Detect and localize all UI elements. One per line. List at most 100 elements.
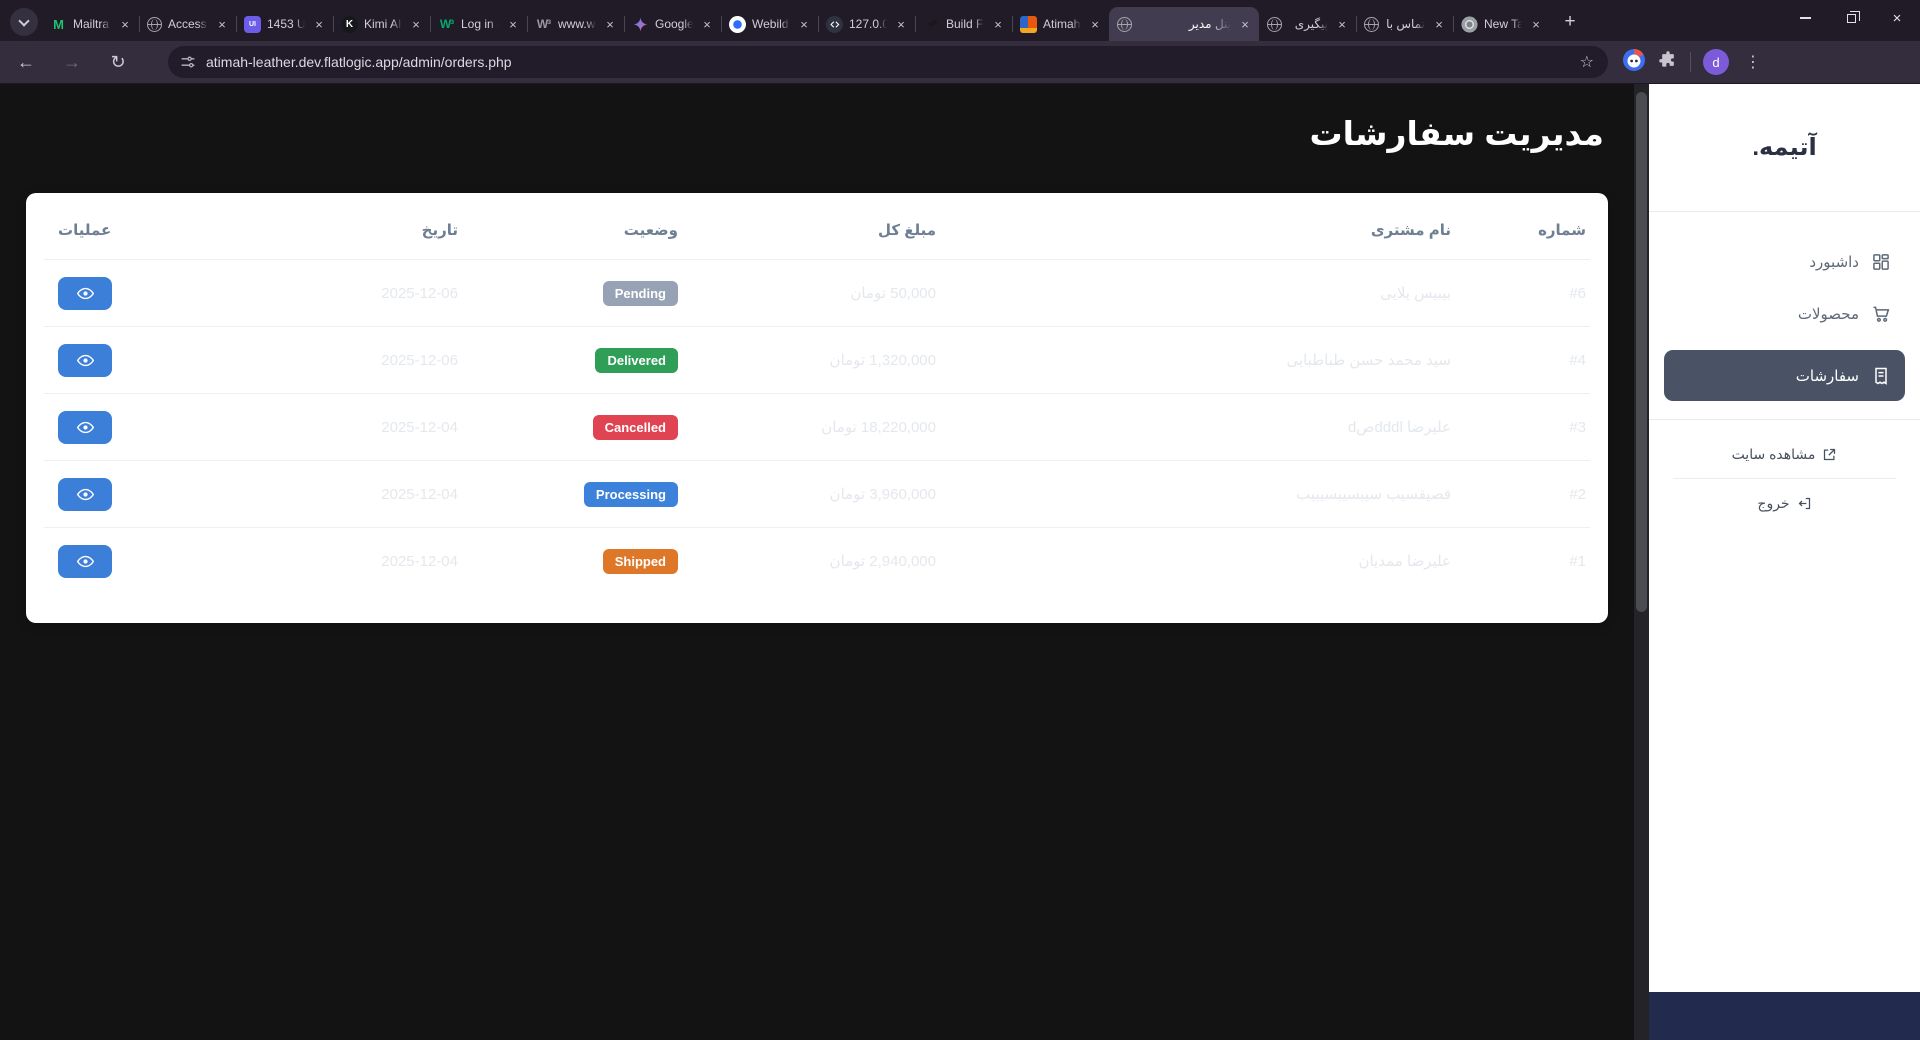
new-tab-button[interactable]: + xyxy=(1556,8,1584,36)
tab-mailtrap[interactable]: M Mailtra × xyxy=(42,7,139,41)
extension-robot-icon[interactable] xyxy=(1622,48,1646,77)
tab-close-icon[interactable]: × xyxy=(1431,16,1447,32)
tab-close-icon[interactable]: × xyxy=(408,16,424,32)
order-date: 2025-12-06 xyxy=(186,260,462,327)
tab-1453-ui[interactable]: UI 1453 UI × xyxy=(236,7,333,41)
sidebar: آتیمه. داشبورد محصولات سفارشات مشاهده سا… xyxy=(1649,84,1920,1040)
order-date: 2025-12-06 xyxy=(186,327,462,394)
view-order-button[interactable] xyxy=(58,545,112,578)
tab-close-icon[interactable]: × xyxy=(796,16,812,32)
tab-kimi-ai[interactable]: K Kimi AI × xyxy=(333,7,430,41)
status-badge: Pending xyxy=(603,281,678,306)
tab-google[interactable]: Google × xyxy=(624,7,721,41)
toolbar-separator xyxy=(1690,52,1691,72)
table-row: #6 بیبیس یلایی 50,000 تومان Pending 2025… xyxy=(44,260,1590,327)
tab-localhost[interactable]: 127.0.0. × xyxy=(818,7,915,41)
tab-close-icon[interactable]: × xyxy=(117,16,133,32)
view-order-button[interactable] xyxy=(58,478,112,511)
scrollbar-thumb[interactable] xyxy=(1636,92,1647,612)
window-minimize-button[interactable] xyxy=(1782,0,1828,36)
localhost-icon xyxy=(826,16,843,33)
eye-icon xyxy=(77,553,94,570)
tab-title: Access xyxy=(168,17,208,31)
page-title: مدیریت سفارشات xyxy=(0,111,1604,157)
view-order-button[interactable] xyxy=(58,344,112,377)
tab-title: تماس با xyxy=(1385,17,1425,31)
tab-tracking[interactable]: پیگیری × xyxy=(1259,7,1356,41)
tab-close-icon[interactable]: × xyxy=(505,16,521,32)
tab-webild[interactable]: Webild × xyxy=(721,7,818,41)
tab-close-icon[interactable]: × xyxy=(214,16,230,32)
chevron-down-icon xyxy=(18,15,29,26)
sidebar-nav: داشبورد محصولات سفارشات xyxy=(1649,212,1920,420)
tab-atimah[interactable]: Atimah × xyxy=(1012,7,1109,41)
tab-close-icon[interactable]: × xyxy=(311,16,327,32)
sidebar-item-dashboard[interactable]: داشبورد xyxy=(1664,238,1905,286)
webild-icon xyxy=(729,16,746,33)
back-button[interactable]: ← xyxy=(10,46,42,78)
reload-button[interactable]: ↻ xyxy=(102,46,134,78)
site-info-icon[interactable] xyxy=(180,54,196,70)
tab-close-icon[interactable]: × xyxy=(1237,16,1253,32)
tab-www[interactable]: W³ www.w × xyxy=(527,7,624,41)
order-date: 2025-12-04 xyxy=(186,461,462,528)
tab-close-icon[interactable]: × xyxy=(1087,16,1103,32)
tab-close-icon[interactable]: × xyxy=(990,16,1006,32)
table-row: #1 علیرضا ممدیان 2,940,000 تومان Shipped… xyxy=(44,528,1590,595)
tab-contact[interactable]: تماس با × xyxy=(1356,7,1453,41)
globe-icon xyxy=(1117,17,1132,32)
order-number: #1 xyxy=(1455,528,1590,595)
page-scrollbar[interactable] xyxy=(1634,84,1649,1040)
view-order-button[interactable] xyxy=(58,277,112,310)
w3schools-gray-icon: W³ xyxy=(535,16,552,33)
globe-icon xyxy=(147,17,162,32)
tab-search-button[interactable] xyxy=(10,8,38,36)
extensions-puzzle-icon[interactable] xyxy=(1658,50,1678,75)
eye-icon xyxy=(77,352,94,369)
tab-title: Build Fu xyxy=(946,17,984,31)
header-number: شماره xyxy=(1455,193,1590,260)
window-close-button[interactable]: × xyxy=(1874,0,1920,36)
sidebar-item-label: محصولات xyxy=(1798,305,1859,323)
tab-new-tab[interactable]: New Ta × xyxy=(1453,7,1550,41)
toolbar-right-cluster: d ⋮ xyxy=(1622,48,1765,77)
header-actions: عملیات xyxy=(44,193,186,260)
tab-title: www.w xyxy=(558,17,596,31)
table-row: #3 علیرضا dddlصd 18,220,000 تومان Cancel… xyxy=(44,394,1590,461)
gemini-star-icon xyxy=(632,16,649,33)
kimi-icon: K xyxy=(341,16,358,33)
minimize-icon xyxy=(1800,17,1811,19)
address-bar[interactable]: atimah-leather.dev.flatlogic.app/admin/o… xyxy=(168,46,1608,78)
forward-button[interactable]: → xyxy=(56,46,88,78)
sidebar-links: مشاهده سایت خروج xyxy=(1649,420,1920,525)
logout-link[interactable]: خروج xyxy=(1757,481,1811,525)
view-order-button[interactable] xyxy=(58,411,112,444)
tab-admin-panel-active[interactable]: پنل مدیر × xyxy=(1109,7,1259,41)
profile-avatar[interactable]: d xyxy=(1703,49,1729,75)
tab-close-icon[interactable]: × xyxy=(1528,16,1544,32)
view-site-link[interactable]: مشاهده سایت xyxy=(1732,432,1838,476)
browser-menu-icon[interactable]: ⋮ xyxy=(1741,52,1765,72)
tab-close-icon[interactable]: × xyxy=(893,16,909,32)
tab-close-icon[interactable]: × xyxy=(602,16,618,32)
sidebar-divider xyxy=(1673,478,1895,479)
sidebar-item-orders[interactable]: سفارشات xyxy=(1664,350,1905,401)
url-text[interactable]: atimah-leather.dev.flatlogic.app/admin/o… xyxy=(206,54,1578,70)
header-customer: نام مشتری xyxy=(940,193,1455,260)
tab-close-icon[interactable]: × xyxy=(1334,16,1350,32)
bookmark-star-icon[interactable]: ☆ xyxy=(1578,52,1596,72)
tab-build[interactable]: Build Fu × xyxy=(915,7,1012,41)
table-row: #4 سید محمد حسن طباطبایی 1,320,000 تومان… xyxy=(44,327,1590,394)
sidebar-item-label: سفارشات xyxy=(1796,367,1859,385)
w3schools-icon: W³ xyxy=(438,16,455,33)
order-total: 50,000 تومان xyxy=(682,260,940,327)
tab-title: Mailtra xyxy=(73,17,111,31)
status-badge: Delivered xyxy=(595,348,678,373)
globe-icon xyxy=(1267,17,1282,32)
tab-close-icon[interactable]: × xyxy=(699,16,715,32)
sidebar-item-products[interactable]: محصولات xyxy=(1664,290,1905,338)
window-restore-button[interactable] xyxy=(1828,0,1874,36)
tab-access[interactable]: Access × xyxy=(139,7,236,41)
tab-title: New Ta xyxy=(1484,17,1522,31)
tab-login[interactable]: W³ Log in - × xyxy=(430,7,527,41)
